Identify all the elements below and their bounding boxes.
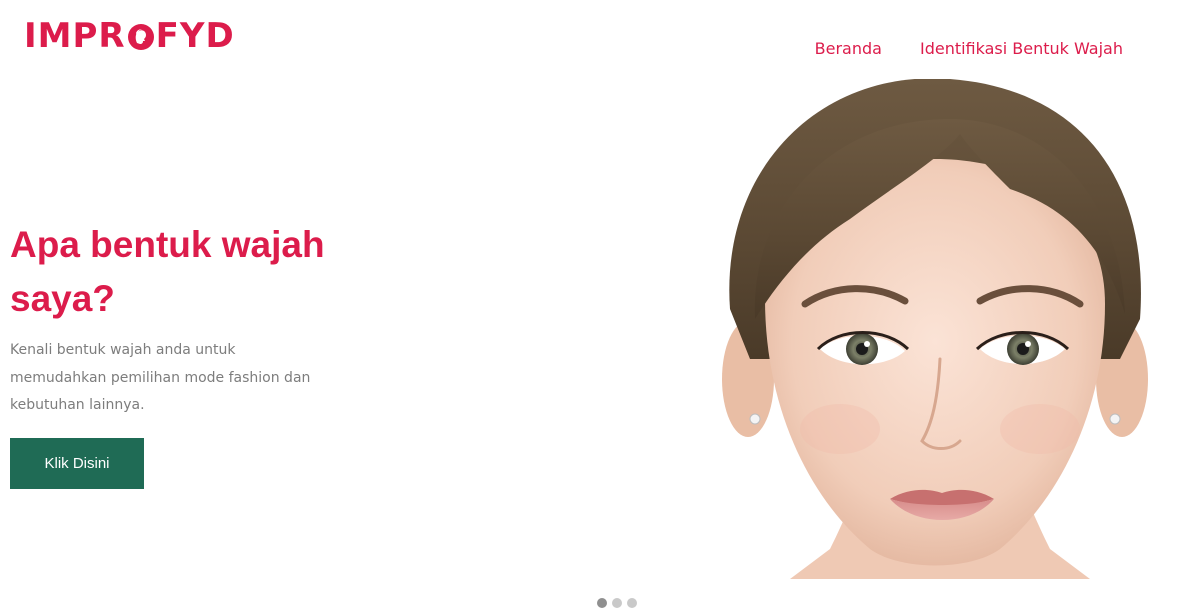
nav-link-identifikasi-bentuk-wajah[interactable]: Identifikasi Bentuk Wajah xyxy=(920,38,1123,60)
hero-title: Apa bentuk wajah saya? xyxy=(10,224,325,319)
hero-description: Kenali bentuk wajah anda untuk memudahka… xyxy=(10,342,311,413)
logo-text-start: IMPR xyxy=(24,16,126,56)
logo[interactable]: IMPR FYD xyxy=(24,16,235,56)
logo-text-end: FYD xyxy=(155,16,235,56)
carousel-dot-1[interactable] xyxy=(597,598,607,608)
nav-link-beranda[interactable]: Beranda xyxy=(815,38,882,60)
page: IMPR FYD Beranda Identifikasi Bentuk Waj… xyxy=(0,0,1189,611)
klik-disini-button[interactable]: Klik Disini xyxy=(10,438,144,489)
carousel-indicators xyxy=(597,598,637,608)
hero-face-image xyxy=(710,79,1160,579)
logo-face-icon xyxy=(127,24,154,50)
carousel-dot-3[interactable] xyxy=(627,598,637,608)
carousel-dot-2[interactable] xyxy=(612,598,622,608)
main-nav: Beranda Identifikasi Bentuk Wajah xyxy=(815,38,1123,60)
